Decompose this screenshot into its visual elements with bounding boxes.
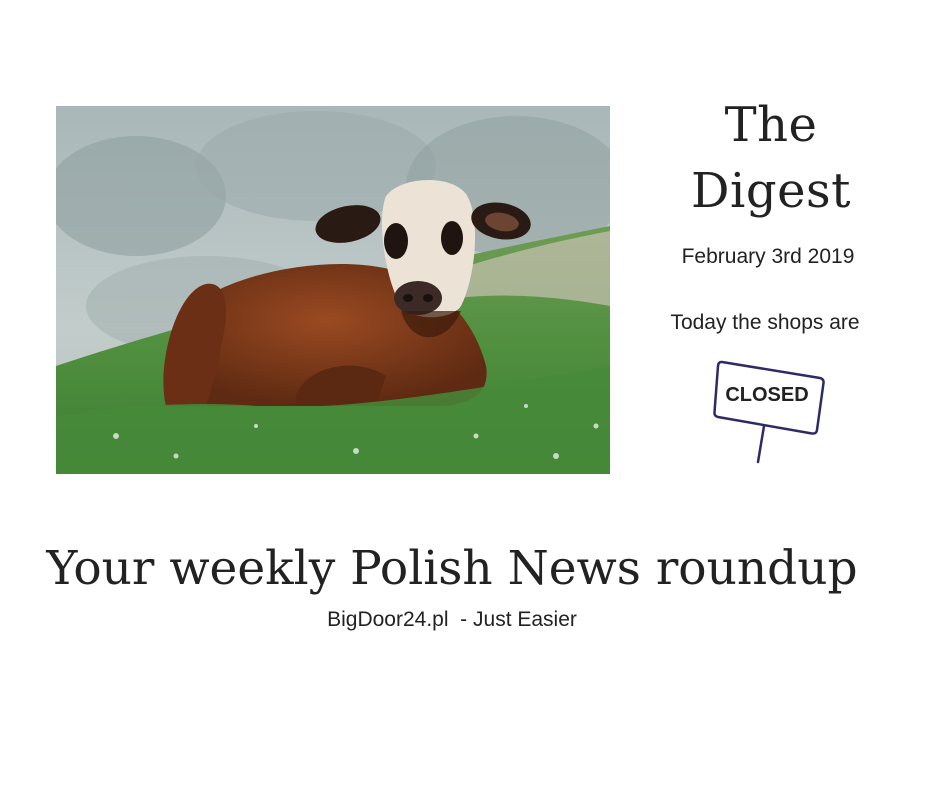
closed-sign: CLOSED xyxy=(706,356,834,468)
masthead-title-line1: The xyxy=(724,97,818,153)
headline: Your weekly Polish News roundup xyxy=(46,541,858,596)
calf-photo xyxy=(56,106,610,474)
sign-icon xyxy=(713,360,825,464)
masthead-title-line2: Digest xyxy=(691,163,851,219)
masthead-title: The Digest xyxy=(650,92,892,224)
issue-date: February 3rd 2019 xyxy=(681,245,855,268)
sign-text: CLOSED xyxy=(725,384,809,406)
calf-illustration xyxy=(56,106,610,474)
shops-status-label: Today the shops are xyxy=(670,311,860,334)
tagline: BigDoor24.pl - Just Easier xyxy=(327,608,577,631)
